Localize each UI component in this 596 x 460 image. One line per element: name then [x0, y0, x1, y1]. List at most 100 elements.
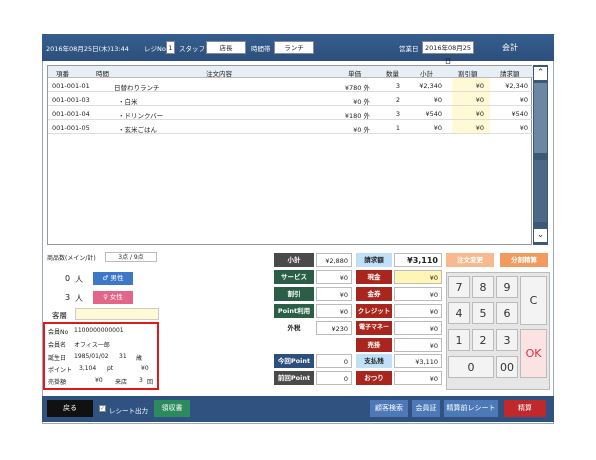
- cell-no: 001-001-04: [52, 110, 90, 118]
- cell-no: 001-001-03: [52, 96, 90, 104]
- cell-no: 001-001-01: [52, 82, 90, 90]
- subtotal-value: ¥2,880: [316, 253, 352, 267]
- paid-value: ¥3,110: [394, 354, 442, 368]
- key-4[interactable]: 4: [448, 302, 470, 324]
- key-00[interactable]: 00: [496, 356, 518, 378]
- col-time: 時間: [96, 70, 109, 78]
- female-icon: ♀: [103, 293, 110, 301]
- item-count-value: 3点 / 9点: [105, 252, 157, 262]
- cell-price: ¥180 外: [344, 112, 370, 120]
- tax-value: ¥230: [316, 321, 352, 335]
- member-name-value: オフィス一郎: [74, 342, 110, 349]
- female-button[interactable]: ♀ 女性: [93, 291, 133, 304]
- credit-value: ¥0: [394, 304, 442, 318]
- col-no: 項番: [56, 70, 69, 78]
- segment-label: 客層: [52, 311, 67, 320]
- service-button[interactable]: サービス: [274, 270, 314, 284]
- emoney-value: ¥0: [394, 321, 442, 335]
- member-no-value: 1100000000001: [74, 327, 124, 334]
- male-count: 0: [65, 274, 71, 283]
- cell-billing: ¥0: [519, 124, 528, 132]
- discount-button[interactable]: 割引: [274, 287, 314, 301]
- clear-button[interactable]: C: [520, 276, 547, 325]
- key-9[interactable]: 9: [496, 276, 518, 298]
- key-6[interactable]: 6: [496, 302, 518, 324]
- staff-label: スタッフ: [179, 45, 205, 53]
- col-subtotal: 小計: [420, 70, 433, 78]
- ar-button[interactable]: 売掛: [356, 338, 392, 352]
- table-row[interactable]: 001-001-01 日替わりランチ ¥780 外 3 ¥2,340 ¥0 ¥2…: [48, 78, 533, 92]
- receipt-checkbox-icon[interactable]: ✓: [99, 405, 106, 412]
- male-button[interactable]: ♂ 男性: [93, 272, 133, 285]
- cell-billing: ¥2,340: [505, 82, 528, 90]
- cell-subtotal: ¥0: [433, 124, 442, 132]
- male-unit: 人: [75, 275, 83, 284]
- key-0[interactable]: 0: [448, 356, 494, 378]
- cell-item: 日替わりランチ: [114, 84, 160, 92]
- key-3[interactable]: 3: [496, 329, 518, 351]
- cell-discount: ¥0: [475, 124, 484, 132]
- scroll-thumb[interactable]: [534, 83, 547, 153]
- scroll-down-icon[interactable]: ⌄: [534, 229, 547, 242]
- member-card-button[interactable]: 会員証: [412, 400, 440, 417]
- member-no-label: 会員No: [48, 329, 69, 336]
- table-scrollbar[interactable]: ⌃ ⌄: [533, 65, 548, 245]
- cell-item: ・ドリンクバー: [118, 112, 164, 120]
- ok-button[interactable]: OK: [520, 329, 547, 378]
- points-label: ポイント: [48, 367, 73, 374]
- key-8[interactable]: 8: [472, 276, 494, 298]
- credit-button[interactable]: クレジット: [356, 304, 392, 318]
- service-value: ¥0: [316, 270, 352, 284]
- scroll-up-icon[interactable]: ⌃: [534, 67, 547, 80]
- order-table: 項番 時間 注文内容 単価 数量 小計 割引額 請求額 001-001-01 日…: [47, 65, 533, 245]
- customer-search-button[interactable]: 顧客検索: [370, 400, 408, 417]
- key-1[interactable]: 1: [448, 329, 470, 351]
- timeslot-field[interactable]: ランチ: [274, 41, 314, 54]
- receipt-checkbox-label[interactable]: レシート出力: [109, 405, 148, 415]
- pre-receipt-button[interactable]: 精算前レシート: [444, 400, 498, 417]
- paid-label: 支払残: [356, 354, 392, 368]
- table-row[interactable]: 001-001-03 ・白米 ¥0 外 2 ¥0 ¥0 ¥0: [48, 92, 533, 106]
- cell-price: ¥0 外: [353, 126, 370, 134]
- split-bill-button[interactable]: 分割精算: [500, 253, 548, 267]
- billing-value: ¥3,110: [394, 253, 442, 267]
- key-2[interactable]: 2: [472, 329, 494, 351]
- col-price: 単価: [348, 70, 361, 78]
- cash-button[interactable]: 現金: [356, 270, 392, 284]
- emoney-button[interactable]: 電子マネー: [356, 321, 392, 335]
- cell-discount: ¥0: [475, 82, 484, 90]
- staff-field[interactable]: 店長: [206, 41, 246, 54]
- visit-label: 来店: [115, 379, 128, 386]
- col-discount: 割引額: [458, 70, 478, 78]
- female-count: 3: [65, 293, 71, 302]
- timeslot-label: 時間帯: [251, 45, 271, 53]
- cash-value[interactable]: ¥0: [394, 270, 442, 284]
- cell-discount: ¥0: [475, 110, 484, 118]
- receipt-button[interactable]: 領収書: [154, 400, 190, 417]
- birthday-value: 1985/01/02: [74, 353, 109, 360]
- cell-item: ・玄米ごはん: [118, 126, 157, 134]
- settle-button[interactable]: 精算: [504, 400, 546, 417]
- female-unit: 人: [75, 294, 83, 303]
- header-bar: 2016年08月25日(木)13:44 レジNo 1 スタッフ 店長 時間帯 ラ…: [42, 34, 554, 65]
- order-change-button[interactable]: 注文変更: [446, 253, 494, 267]
- col-qty: 数量: [386, 70, 399, 78]
- points-unit: pt: [107, 365, 114, 372]
- member-name-label: 会員名: [48, 342, 67, 349]
- key-5[interactable]: 5: [472, 302, 494, 324]
- business-day-label: 営業日: [399, 45, 419, 53]
- register-label: レジNo: [144, 45, 166, 53]
- voucher-button[interactable]: 金券: [356, 287, 392, 301]
- prev-point-label: 前回Point: [274, 371, 314, 385]
- today-point-value: 0: [316, 354, 352, 368]
- point-use-button[interactable]: Point利用: [274, 304, 314, 318]
- segment-field[interactable]: [75, 308, 159, 320]
- points-yen: ¥0: [141, 365, 149, 372]
- key-7[interactable]: 7: [448, 276, 470, 298]
- table-row[interactable]: 001-001-04 ・ドリンクバー ¥180 外 3 ¥540 ¥0 ¥540: [48, 106, 533, 120]
- scroll-track[interactable]: [534, 160, 547, 222]
- back-button[interactable]: 戻る: [47, 400, 93, 417]
- footer-bar: 戻る ✓ レシート出力 領収書 顧客検索 会員証 精算前レシート 精算: [42, 396, 554, 422]
- table-row[interactable]: 001-001-05 ・玄米ごはん ¥0 外 1 ¥0 ¥0 ¥0: [48, 120, 533, 134]
- voucher-value: ¥0: [394, 287, 442, 301]
